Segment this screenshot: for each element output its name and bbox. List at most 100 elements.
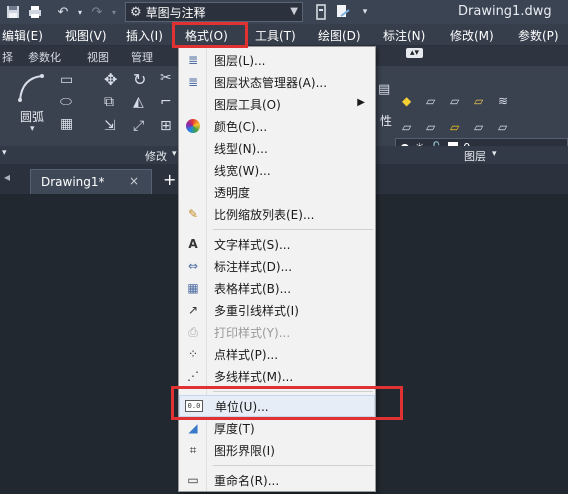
save-icon[interactable]	[4, 3, 22, 21]
arc-label: 圆弧	[20, 110, 45, 124]
menu-separator	[213, 229, 373, 230]
rename-icon: ▭	[187, 473, 199, 487]
ribbon-tab-view[interactable]: 视图	[87, 49, 109, 65]
prev-tab-icon[interactable]: ◂	[4, 170, 10, 184]
print-icon[interactable]	[26, 3, 44, 21]
menu-item-mleader-style[interactable]: ↗ 多重引线样式(I)	[179, 299, 375, 321]
layers-panel-label[interactable]: 图层	[464, 148, 486, 164]
mline-style-icon: ⋰	[187, 369, 199, 383]
ribbon-tab-select[interactable]: 择	[2, 49, 13, 65]
layer-freeze-icon[interactable]: ▱	[450, 94, 459, 108]
ribbon-panel-toggle-icon[interactable]: ▴▾	[406, 48, 424, 58]
limits-icon: ⌗	[189, 442, 197, 457]
doc-tab-drawing1[interactable]: Drawing1* ×	[30, 169, 152, 194]
share-icon[interactable]	[312, 3, 330, 21]
array-icon[interactable]: ⊞	[160, 118, 172, 134]
menu-item-plot-style[interactable]: ⎙ 打印样式(Y)...	[179, 321, 375, 343]
menu-item-point-style[interactable]: ⁘ 点样式(P)...	[179, 343, 375, 365]
layer-isolate-icon[interactable]: ▱	[426, 94, 435, 108]
ribbon-tab-parametric[interactable]: 参数化	[28, 49, 61, 65]
chevron-down-icon: ▼	[290, 6, 298, 17]
menu-separator	[213, 465, 373, 466]
new-tab-icon[interactable]: +	[163, 170, 176, 189]
dim-style-icon: ⇔	[187, 259, 199, 273]
modify-expand-icon[interactable]: ▾	[172, 149, 177, 159]
menu-item-color[interactable]: 颜色(C)...	[179, 115, 375, 137]
copy-icon[interactable]: ⧉	[104, 94, 114, 110]
mirror-icon[interactable]: ◭	[133, 94, 144, 110]
layer-unlock-all-icon[interactable]: ▱	[474, 120, 483, 134]
menu-item-layer[interactable]: ≣ 图层(L)...	[179, 49, 375, 71]
menu-view[interactable]: 视图(V)	[65, 27, 107, 44]
menu-edit[interactable]: 编辑(E)	[2, 27, 43, 44]
plot-style-icon: ⎙	[188, 324, 198, 339]
layer-make-current-icon[interactable]: ▱	[402, 120, 411, 134]
menu-item-linetype[interactable]: 线型(N)...	[179, 137, 375, 159]
rotate-icon[interactable]: ↻	[133, 70, 146, 89]
menu-item-rename[interactable]: ▭ 重命名(R)...	[179, 469, 375, 491]
redo-icon[interactable]: ↷	[88, 3, 106, 21]
menu-item-text-style[interactable]: A 文字样式(S)...	[179, 233, 375, 255]
layer-properties-icon[interactable]: ▤	[378, 82, 390, 97]
workspace-label: 草图与注释	[145, 5, 206, 20]
layer-thaw-all-icon[interactable]: ▱	[450, 120, 459, 134]
point-style-icon: ⁘	[187, 347, 199, 361]
title-bar: ↶ ▾ ↷ ▾ ⚙ 草图与注释 ▼ ▾ Drawing1.dwg	[0, 0, 568, 24]
menu-item-table-style[interactable]: ▦ 表格样式(B)...	[179, 277, 375, 299]
modify-panel-label[interactable]: 修改	[145, 148, 167, 164]
menu-item-mline-style[interactable]: ⋰ 多线样式(M)...	[179, 365, 375, 387]
menu-item-limits[interactable]: ⌗ 图形界限(I)	[179, 439, 375, 461]
ellipse-icon[interactable]: ⬭	[60, 94, 72, 110]
trim-icon[interactable]: ✂	[160, 70, 172, 86]
menu-dimension[interactable]: 标注(N)	[383, 27, 425, 44]
fillet-icon[interactable]: ⌐	[160, 94, 172, 110]
sign-icon[interactable]	[334, 3, 352, 21]
menu-modify[interactable]: 修改(M)	[450, 27, 494, 44]
units-highlight-box	[171, 386, 403, 420]
menu-item-layer-state[interactable]: ≣ 图层状态管理器(A)...	[179, 71, 375, 93]
scale-list-icon: ✎	[187, 207, 199, 221]
rectangle-icon[interactable]: ▭	[60, 72, 73, 88]
menu-bar: 编辑(E) 视图(V) 插入(I) 格式(O) 工具(T) 绘图(D) 标注(N…	[0, 24, 568, 46]
menu-item-lineweight[interactable]: 线宽(W)...	[179, 159, 375, 181]
layer-icon: ≣	[187, 53, 199, 67]
layer-off-icon[interactable]: ◆	[402, 94, 411, 108]
menu-item-scale-list[interactable]: ✎ 比例缩放列表(E)...	[179, 203, 375, 225]
menu-insert[interactable]: 插入(I)	[126, 27, 163, 44]
undo-icon[interactable]: ↶	[54, 3, 72, 21]
redo-dropdown-icon[interactable]: ▾	[110, 3, 118, 21]
stretch-icon[interactable]: ⇲	[104, 118, 116, 134]
menu-parametric[interactable]: 参数(P)	[518, 27, 559, 44]
layer-match-icon[interactable]: ≋	[498, 94, 508, 108]
thickness-icon: ◢	[188, 421, 198, 435]
menu-tools[interactable]: 工具(T)	[255, 27, 296, 44]
workspace-selector[interactable]: ⚙ 草图与注释 ▼	[125, 2, 303, 22]
close-icon[interactable]: ×	[129, 174, 139, 188]
color-wheel-icon	[186, 119, 200, 133]
gear-icon: ⚙	[130, 4, 142, 20]
doc-tab-title: Drawing1*	[41, 175, 105, 189]
layer-lock-icon[interactable]: ▱	[474, 94, 483, 108]
hatch-icon[interactable]: ▦	[60, 116, 73, 132]
menu-item-thickness[interactable]: ◢ 厚度(T)	[179, 417, 375, 439]
scale-icon[interactable]: ⤢	[133, 118, 144, 134]
undo-dropdown-icon[interactable]: ▾	[76, 3, 84, 21]
draw-panel-expand-icon[interactable]: ▾	[2, 148, 7, 158]
menu-item-dim-style[interactable]: ⇔ 标注样式(D)...	[179, 255, 375, 277]
format-menu-highlight-box	[172, 22, 248, 48]
layer-properties-label: 性	[380, 114, 393, 128]
arc-dropdown-icon[interactable]: ▾	[30, 124, 35, 134]
move-icon[interactable]: ✥	[104, 70, 117, 89]
submenu-arrow-icon: ▶	[357, 97, 365, 108]
qa-dropdown-icon[interactable]: ▾	[356, 3, 374, 21]
menu-item-transparency[interactable]: 透明度	[179, 181, 375, 203]
layer-state-icon: ≣	[187, 75, 199, 89]
layer-merge-icon[interactable]: ▱	[498, 120, 507, 134]
layers-expand-icon[interactable]: ▾	[492, 149, 497, 159]
menu-item-layer-tools[interactable]: 图层工具(O) ▶	[179, 93, 375, 115]
ribbon-tab-manage[interactable]: 管理	[131, 49, 153, 65]
menu-draw[interactable]: 绘图(D)	[318, 27, 361, 44]
arc-icon[interactable]	[16, 72, 46, 104]
layer-walk-icon[interactable]: ▱	[426, 120, 435, 134]
window-title: Drawing1.dwg	[458, 4, 552, 19]
